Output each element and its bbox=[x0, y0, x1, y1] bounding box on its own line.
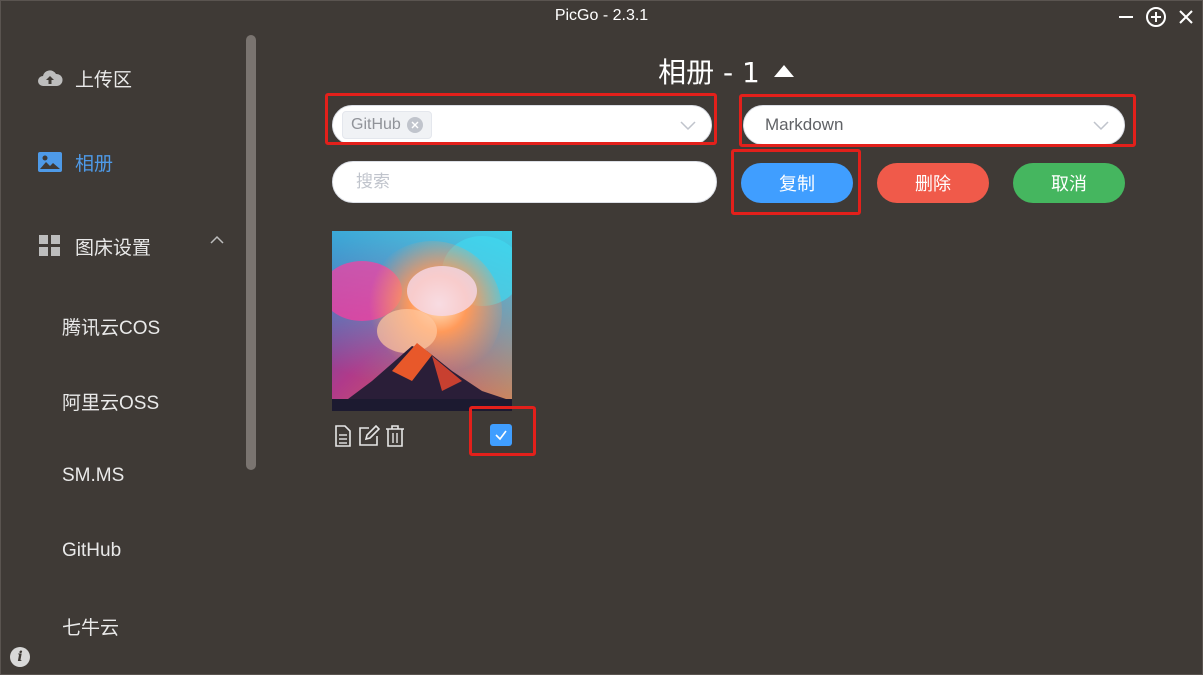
cancel-button[interactable]: 取消 bbox=[1013, 163, 1125, 203]
sidebar-item-gallery[interactable]: 相册 bbox=[37, 147, 113, 177]
album-title-text: 相册 - 1 bbox=[658, 56, 760, 89]
plus-circle-icon bbox=[1146, 7, 1166, 27]
image-card-actions bbox=[332, 425, 406, 447]
sidebar-sub-qiniu[interactable]: 七牛云 bbox=[62, 612, 119, 640]
paste-format-value: Markdown bbox=[765, 115, 844, 134]
minimize-button[interactable] bbox=[1113, 5, 1139, 29]
uploader-select[interactable]: GitHub bbox=[332, 105, 712, 145]
window-title: PicGo - 2.3.1 bbox=[554, 7, 649, 24]
chevron-up-icon[interactable] bbox=[209, 235, 225, 245]
chevron-down-icon bbox=[1093, 121, 1109, 131]
sidebar-sub-github[interactable]: GitHub bbox=[62, 537, 121, 565]
search-input[interactable] bbox=[332, 161, 717, 203]
tag-close-icon[interactable] bbox=[406, 117, 423, 133]
close-icon bbox=[1179, 10, 1193, 24]
copy-button[interactable]: 复制 bbox=[741, 163, 853, 203]
mountain-artwork-image bbox=[332, 231, 512, 411]
delete-button[interactable]: 删除 bbox=[877, 163, 989, 203]
album-title[interactable]: 相册 - 1 bbox=[641, 51, 811, 91]
maximize-button[interactable] bbox=[1143, 5, 1169, 29]
sidebar-sub-tencent-cos[interactable]: 腾讯云COS bbox=[62, 312, 160, 340]
title-bar: PicGo - 2.3.1 bbox=[1, 1, 1202, 35]
sidebar-sub-smms[interactable]: SM.MS bbox=[62, 462, 124, 490]
uploader-tag-label: GitHub bbox=[351, 116, 401, 133]
sidebar-item-label: 图床设置 bbox=[75, 236, 152, 259]
image-select-checkbox[interactable] bbox=[490, 424, 512, 446]
sidebar-item-picbed-settings[interactable]: 图床设置 bbox=[37, 231, 151, 261]
check-icon bbox=[495, 430, 507, 441]
cloud-upload-icon bbox=[37, 67, 63, 89]
uploader-tag: GitHub bbox=[342, 111, 432, 139]
sidebar-sub-aliyun-oss[interactable]: 阿里云OSS bbox=[62, 387, 159, 415]
caret-up-icon bbox=[773, 65, 794, 77]
trash-icon[interactable] bbox=[384, 425, 406, 447]
grid-icon bbox=[37, 235, 63, 257]
sidebar-item-label: 相册 bbox=[75, 152, 114, 175]
document-icon[interactable] bbox=[332, 425, 354, 447]
app-window: PicGo - 2.3.1 上传区 相册 图床设置 腾讯云COS 阿里云OSS … bbox=[0, 0, 1203, 675]
sidebar-item-upload[interactable]: 上传区 bbox=[37, 63, 132, 93]
edit-icon[interactable] bbox=[358, 425, 380, 447]
image-icon bbox=[37, 151, 63, 173]
sidebar-item-label: 上传区 bbox=[75, 68, 133, 91]
minimize-icon bbox=[1119, 16, 1133, 18]
sidebar-scrollbar[interactable] bbox=[246, 35, 256, 470]
info-icon[interactable]: i bbox=[10, 647, 30, 667]
chevron-down-icon bbox=[680, 121, 696, 131]
gallery-thumbnail[interactable] bbox=[332, 231, 512, 411]
paste-format-select[interactable]: Markdown bbox=[743, 105, 1125, 145]
close-button[interactable] bbox=[1173, 5, 1199, 29]
sidebar: 上传区 相册 图床设置 腾讯云COS 阿里云OSS SM.MS GitHub 七… bbox=[1, 35, 271, 675]
